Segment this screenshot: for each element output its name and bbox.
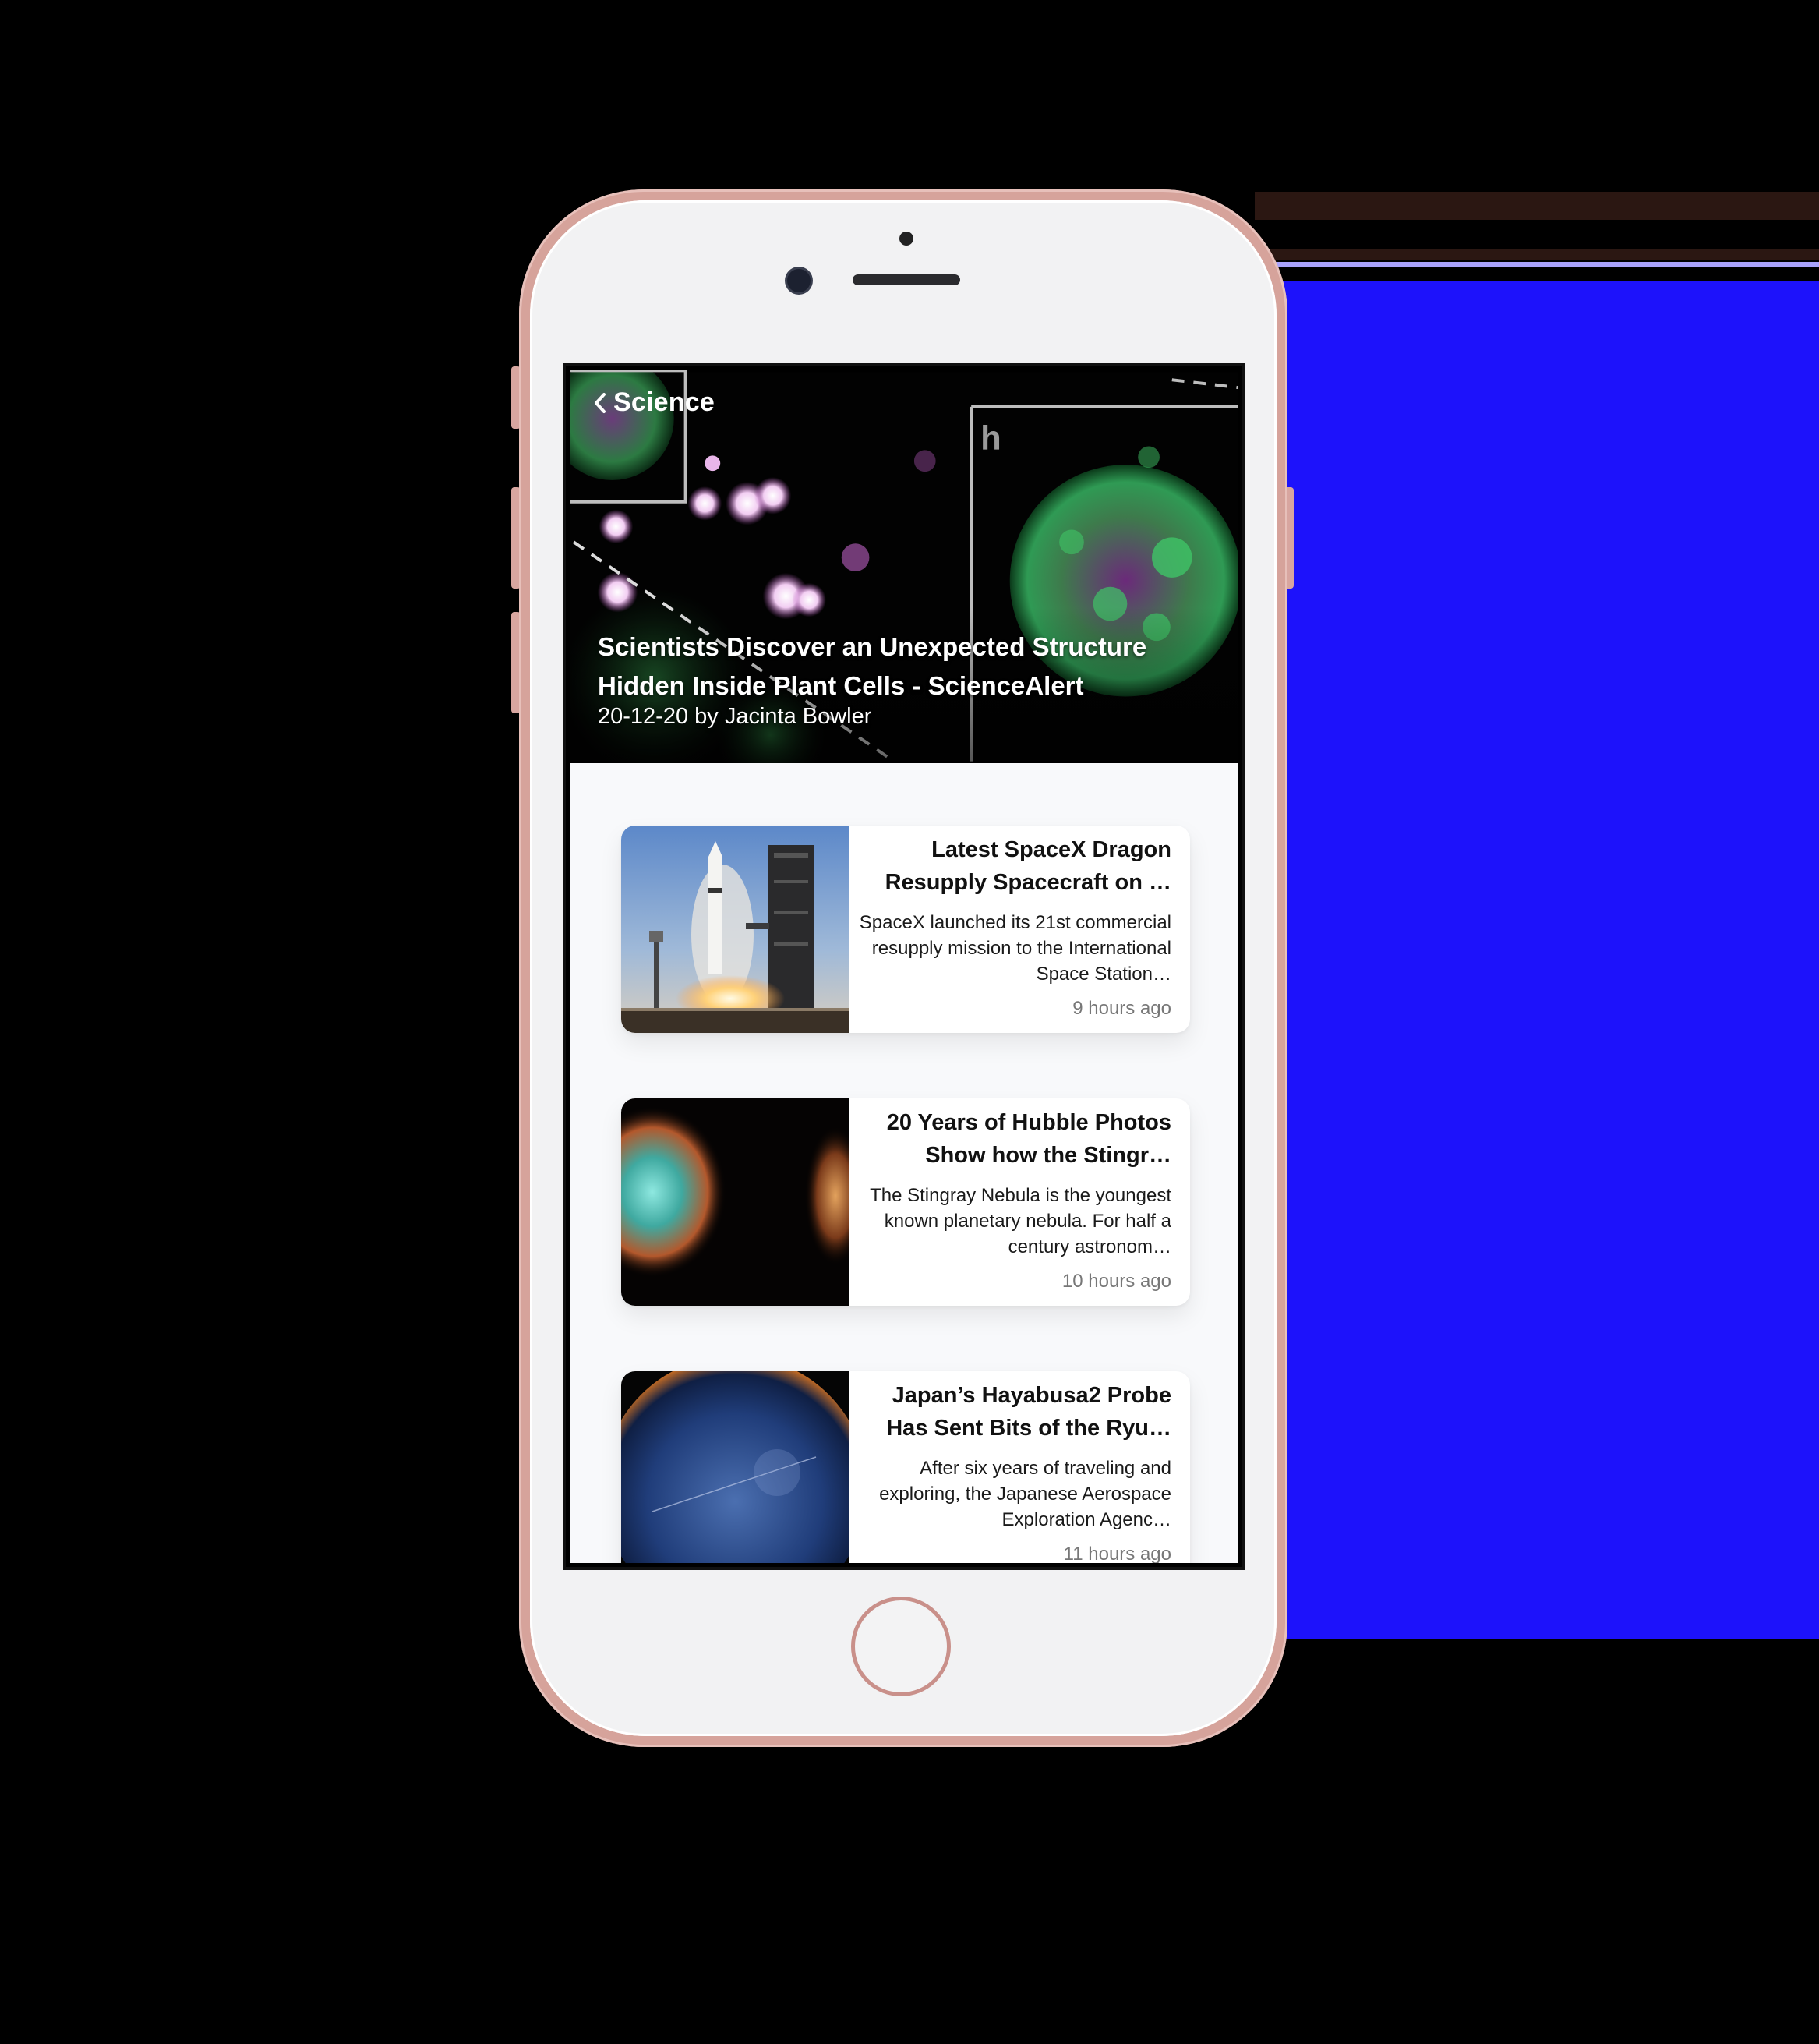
featured-article[interactable]: h Science Scientists Discover an Unexpec…: [570, 370, 1238, 763]
article-description: SpaceX launched its 21st commercial resu…: [859, 912, 1171, 985]
rocket-launch-image: [621, 826, 849, 1033]
featured-title: Scientists Discover an Unexpected Struct…: [598, 632, 1147, 700]
nebula-image: [621, 1098, 849, 1306]
article-content: Japan’s Hayabusa2 Probe Has Sent Bits of…: [855, 1371, 1171, 1563]
article-title: Latest SpaceX Dragon Resupply Spacecraft…: [885, 837, 1171, 895]
article-content: 20 Years of Hubble Photos Show how the S…: [855, 1098, 1171, 1306]
article-title: Japan’s Hayabusa2 Probe Has Sent Bits of…: [886, 1383, 1171, 1441]
backdrop-blue-panel: [1263, 281, 1819, 1639]
chevron-left-icon: [595, 392, 606, 413]
article-timestamp: 9 hours ago: [1072, 998, 1171, 1019]
app-view: h Science Scientists Discover an Unexpec…: [570, 370, 1238, 1563]
article-timestamp: 11 hours ago: [1063, 1544, 1171, 1563]
front-camera: [787, 269, 811, 292]
backdrop-stripe: [1255, 262, 1819, 267]
article-timestamp: 10 hours ago: [1061, 1271, 1171, 1292]
fisheye-sky-image: [621, 1371, 849, 1563]
article-thumbnail: [621, 1098, 849, 1306]
figure-panel-label: h: [980, 419, 1001, 457]
article-description: The Stingray Nebula is the youngest know…: [870, 1185, 1171, 1257]
article-description: After six years of traveling and explori…: [879, 1458, 1171, 1530]
backdrop-stripe: [1255, 192, 1819, 220]
featured-meta: 20-12-20 by Jacinta Bowler: [598, 704, 872, 729]
article-card[interactable]: Latest SpaceX Dragon Resupply Spacecraft…: [621, 826, 1190, 1033]
article-content: Latest SpaceX Dragon Resupply Spacecraft…: [855, 826, 1171, 1033]
back-label: Science: [613, 387, 715, 417]
phone-screen: h Science Scientists Discover an Unexpec…: [563, 363, 1245, 1570]
article-thumbnail: [621, 826, 849, 1033]
article-title: 20 Years of Hubble Photos Show how the S…: [886, 1110, 1171, 1168]
backdrop-stripe: [1255, 249, 1819, 260]
article-thumbnail: [621, 1371, 849, 1563]
proximity-sensor: [899, 232, 913, 246]
article-card[interactable]: 20 Years of Hubble Photos Show how the S…: [621, 1098, 1190, 1306]
back-button[interactable]: Science: [593, 387, 715, 418]
earpiece-speaker: [853, 274, 960, 285]
home-button[interactable]: [851, 1597, 951, 1696]
article-card[interactable]: Japan’s Hayabusa2 Probe Has Sent Bits of…: [621, 1371, 1190, 1563]
